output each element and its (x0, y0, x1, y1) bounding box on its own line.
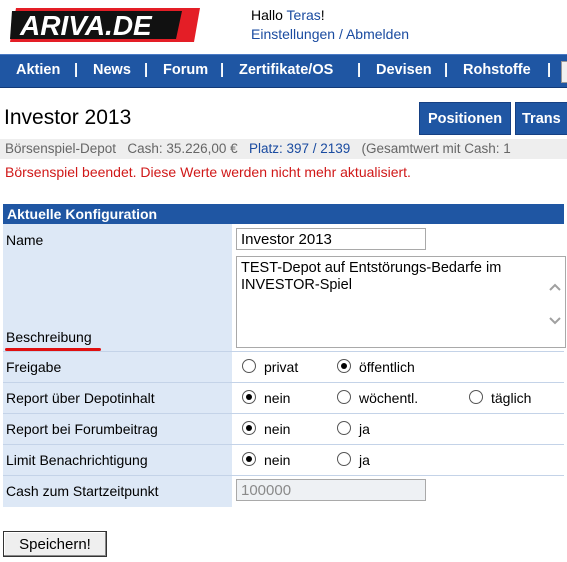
nav-news[interactable]: News (93, 55, 131, 87)
freigabe-oeffentlich-label: öffentlich (359, 359, 415, 375)
scroll-down-icon[interactable] (548, 313, 562, 327)
tab-positionen[interactable]: Positionen (419, 102, 511, 135)
ariva-logo[interactable]: ARIVA.DE (10, 8, 200, 42)
report-depot-taeglich-label: täglich (491, 390, 532, 406)
nav-forum[interactable]: Forum (163, 55, 208, 87)
tab-transaktionen[interactable]: Trans (515, 102, 567, 135)
gesamtwert-text: (Gesamtwert mit Cash: 1 (361, 141, 511, 156)
nav-separator: | (74, 62, 79, 78)
report-forum-ja-radio[interactable] (337, 421, 351, 435)
report-depot-row: Report über Depotinhalt nein wöchentl. t… (3, 383, 564, 414)
cash-label-cell: Cash zum Startzeitpunkt (3, 476, 232, 507)
beschreibung-row: Beschreibung TEST-Depot auf Entstörungs-… (3, 254, 566, 352)
beschreibung-text: TEST-Depot auf Entstörungs-Bedarfe im IN… (241, 260, 502, 293)
freigabe-privat-label: privat (264, 359, 299, 375)
report-depot-woechentl-radio[interactable] (337, 390, 351, 404)
nav-devisen[interactable]: Devisen (376, 55, 432, 87)
beschreibung-textarea[interactable]: TEST-Depot auf Entstörungs-Bedarfe im IN… (236, 256, 566, 348)
nav-more-button[interactable] (561, 61, 567, 83)
limit-label-cell: Limit Benachrichtigung (3, 445, 232, 475)
report-forum-label: Report bei Forumbeitrag (6, 421, 158, 437)
depot-type: Börsenspiel-Depot (5, 141, 117, 156)
nav-separator: | (220, 62, 225, 78)
limit-ja-radio[interactable] (337, 452, 351, 466)
link-separator: / (335, 26, 346, 42)
username-link[interactable]: Teras (287, 7, 321, 23)
report-forum-nein-radio[interactable] (242, 421, 256, 435)
config-panel-heading: Aktuelle Konfiguration (3, 204, 564, 224)
report-forum-label-cell: Report bei Forumbeitrag (3, 414, 232, 444)
nav-zertifikate[interactable]: Zertifikate/OS (239, 55, 333, 87)
report-forum-row: Report bei Forumbeitrag nein ja (3, 414, 564, 445)
platz-link[interactable]: Platz: 397 / 2139 (249, 141, 350, 156)
limit-nein-radio[interactable] (242, 452, 256, 466)
freigabe-label: Freigabe (6, 359, 62, 375)
page-title: Investor 2013 (4, 106, 132, 129)
cash-label: Cash zum Startzeitpunkt (6, 483, 159, 499)
nav-rohstoffe[interactable]: Rohstoffe (463, 55, 531, 87)
report-depot-woechentl-label: wöchentl. (359, 390, 419, 406)
report-depot-taeglich-radio[interactable] (469, 390, 483, 404)
freigabe-privat-radio[interactable] (242, 359, 256, 373)
greeting-suffix: ! (320, 7, 325, 23)
save-button[interactable]: Speichern! (3, 531, 107, 557)
report-depot-label-cell: Report über Depotinhalt (3, 383, 232, 413)
limit-nein-label: nein (264, 452, 291, 468)
report-depot-label: Report über Depotinhalt (6, 390, 155, 406)
nav-separator: | (444, 62, 449, 78)
name-label: Name (6, 232, 44, 248)
freigabe-oeffentlich-radio[interactable] (337, 359, 351, 373)
report-forum-ja-label: ja (359, 421, 370, 437)
red-underline-annotation (5, 348, 101, 351)
limit-row: Limit Benachrichtigung nein ja (3, 445, 564, 476)
depot-info-bar: Börsenspiel-Depot Cash: 35.226,00 € Plat… (0, 139, 567, 159)
logout-link[interactable]: Abmelden (346, 26, 409, 42)
settings-link[interactable]: Einstellungen (251, 26, 335, 42)
name-input[interactable] (236, 228, 426, 250)
nav-separator: | (357, 62, 362, 78)
cash-row: Cash zum Startzeitpunkt (3, 476, 564, 507)
beschreibung-label: Beschreibung (6, 329, 92, 345)
scroll-up-icon[interactable] (548, 281, 562, 295)
logo-text: ARIVA.DE (19, 10, 153, 41)
freigabe-label-cell: Freigabe (3, 352, 232, 382)
greeting-prefix: Hallo (251, 7, 287, 23)
cash-value: Cash: 35.226,00 € (127, 141, 238, 156)
report-forum-nein-label: nein (264, 421, 291, 437)
report-depot-nein-radio[interactable] (242, 390, 256, 404)
nav-separator: | (547, 62, 552, 78)
nav-aktien[interactable]: Aktien (16, 55, 60, 87)
main-nav: Aktien | News | Forum | Zertifikate/OS |… (0, 54, 567, 88)
user-greeting: Hallo Teras! Einstellungen / Abmelden (251, 6, 409, 44)
cash-start-input (236, 479, 426, 501)
name-row: Name (3, 224, 564, 254)
game-ended-warning: Börsenspiel beendet. Diese Werte werden … (5, 164, 411, 180)
limit-label: Limit Benachrichtigung (6, 452, 148, 468)
nav-separator: | (144, 62, 149, 78)
limit-ja-label: ja (359, 452, 370, 468)
name-label-cell: Name (3, 224, 232, 254)
report-depot-nein-label: nein (264, 390, 291, 406)
beschreibung-label-cell: Beschreibung (3, 254, 232, 351)
freigabe-row: Freigabe privat öffentlich (3, 352, 564, 383)
